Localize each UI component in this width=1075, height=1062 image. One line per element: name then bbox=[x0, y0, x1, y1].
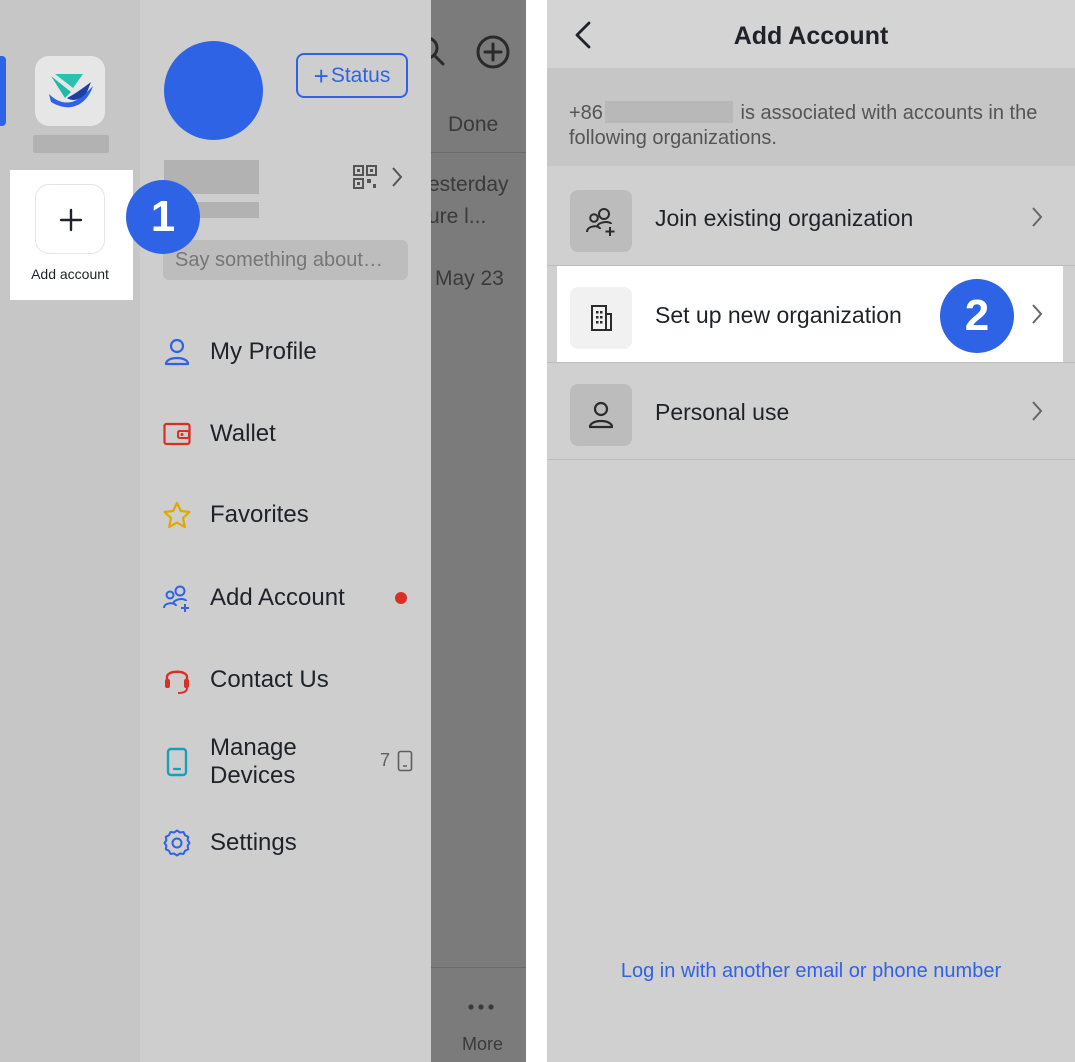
association-notice: +86 is associated with accounts in the f… bbox=[547, 68, 1075, 166]
add-account-button[interactable] bbox=[35, 184, 105, 254]
current-account-button[interactable] bbox=[35, 56, 105, 126]
option-label: Set up new organization bbox=[655, 302, 902, 328]
chat-preview: ure l... bbox=[431, 205, 487, 228]
account-name-redacted bbox=[33, 135, 109, 153]
personal-use-option[interactable]: Personal use bbox=[547, 363, 1075, 459]
menu-label: Settings bbox=[210, 828, 297, 856]
app-logo-icon bbox=[49, 74, 93, 108]
status-button-label: Status bbox=[330, 63, 391, 87]
step-badge-2: 2 bbox=[940, 279, 1014, 353]
phone-device-icon bbox=[162, 747, 192, 777]
device-icon bbox=[397, 750, 413, 772]
notification-dot bbox=[395, 592, 407, 604]
device-count: 7 bbox=[380, 750, 391, 770]
active-account-indicator bbox=[0, 56, 6, 126]
user-icon bbox=[162, 337, 192, 367]
login-other-account-link[interactable]: Log in with another email or phone numbe… bbox=[547, 960, 1075, 983]
phone-number-redacted bbox=[604, 101, 733, 123]
profile-drawer: + Status My Profile bbox=[140, 0, 431, 1062]
divider bbox=[431, 967, 526, 968]
add-people-icon bbox=[162, 583, 192, 613]
option-label: Join existing organization bbox=[655, 205, 914, 231]
chat-date: May 23 bbox=[435, 267, 504, 290]
menu-label: Wallet bbox=[210, 419, 276, 447]
plus-icon bbox=[59, 208, 83, 232]
plus-icon: + bbox=[313, 60, 329, 91]
menu-item-my-profile[interactable]: My Profile bbox=[140, 322, 431, 382]
gear-icon bbox=[162, 828, 192, 858]
menu-label: Contact Us bbox=[210, 665, 329, 693]
status-button[interactable]: + Status bbox=[296, 53, 408, 98]
chat-list-overlay[interactable]: Done esterday ure l... May 23 More bbox=[431, 0, 526, 1062]
person-icon bbox=[570, 384, 632, 446]
done-label: Done bbox=[448, 113, 499, 136]
building-icon bbox=[570, 287, 632, 349]
page-title: Add Account bbox=[733, 22, 889, 50]
nav-bar: Add Account bbox=[547, 0, 1075, 68]
left-screen: Add account + Status My Prof bbox=[0, 0, 526, 1062]
option-label: Personal use bbox=[655, 399, 790, 425]
avatar[interactable] bbox=[164, 41, 263, 140]
chevron-right-icon bbox=[1032, 401, 1043, 421]
notice-text: +86 is associated with accounts in the f… bbox=[569, 101, 1038, 149]
menu-item-manage-devices[interactable]: Manage Devices 7 bbox=[140, 732, 431, 792]
add-account-label: Add account bbox=[31, 266, 109, 282]
qr-code-icon[interactable] bbox=[352, 164, 378, 190]
wallet-icon bbox=[162, 419, 192, 449]
add-account-tile[interactable]: Add account bbox=[10, 170, 133, 300]
menu-item-add-account[interactable]: Add Account bbox=[140, 568, 431, 628]
menu-label: Manage Devices bbox=[210, 734, 297, 790]
chevron-right-icon[interactable] bbox=[390, 166, 404, 188]
headset-icon bbox=[162, 665, 192, 695]
menu-item-settings[interactable]: Settings bbox=[140, 813, 431, 873]
menu-item-favorites[interactable]: Favorites bbox=[140, 485, 431, 545]
menu-label: My Profile bbox=[210, 337, 317, 365]
menu-item-contact-us[interactable]: Contact Us bbox=[140, 650, 431, 710]
right-screen: Add Account +86 is associated with accou… bbox=[547, 0, 1075, 1062]
signature-input[interactable] bbox=[163, 240, 408, 280]
account-switcher-rail: Add account bbox=[0, 0, 140, 1062]
divider bbox=[547, 459, 1075, 460]
chevron-right-icon bbox=[1032, 304, 1043, 324]
join-existing-organization-option[interactable]: Join existing organization bbox=[547, 169, 1075, 265]
star-icon bbox=[162, 500, 192, 530]
menu-label: Favorites bbox=[210, 500, 309, 528]
menu-label: Add Account bbox=[210, 583, 345, 611]
chat-time: esterday bbox=[431, 173, 509, 196]
more-dots-icon bbox=[468, 1004, 494, 1010]
add-people-icon bbox=[570, 190, 632, 252]
chevron-right-icon bbox=[1032, 207, 1043, 227]
more-label: More bbox=[462, 1034, 504, 1054]
add-circle-icon bbox=[476, 35, 510, 69]
divider bbox=[431, 152, 526, 153]
step-badge-1: 1 bbox=[126, 180, 200, 254]
menu-item-wallet[interactable]: Wallet bbox=[140, 404, 431, 464]
search-icon bbox=[431, 37, 445, 66]
